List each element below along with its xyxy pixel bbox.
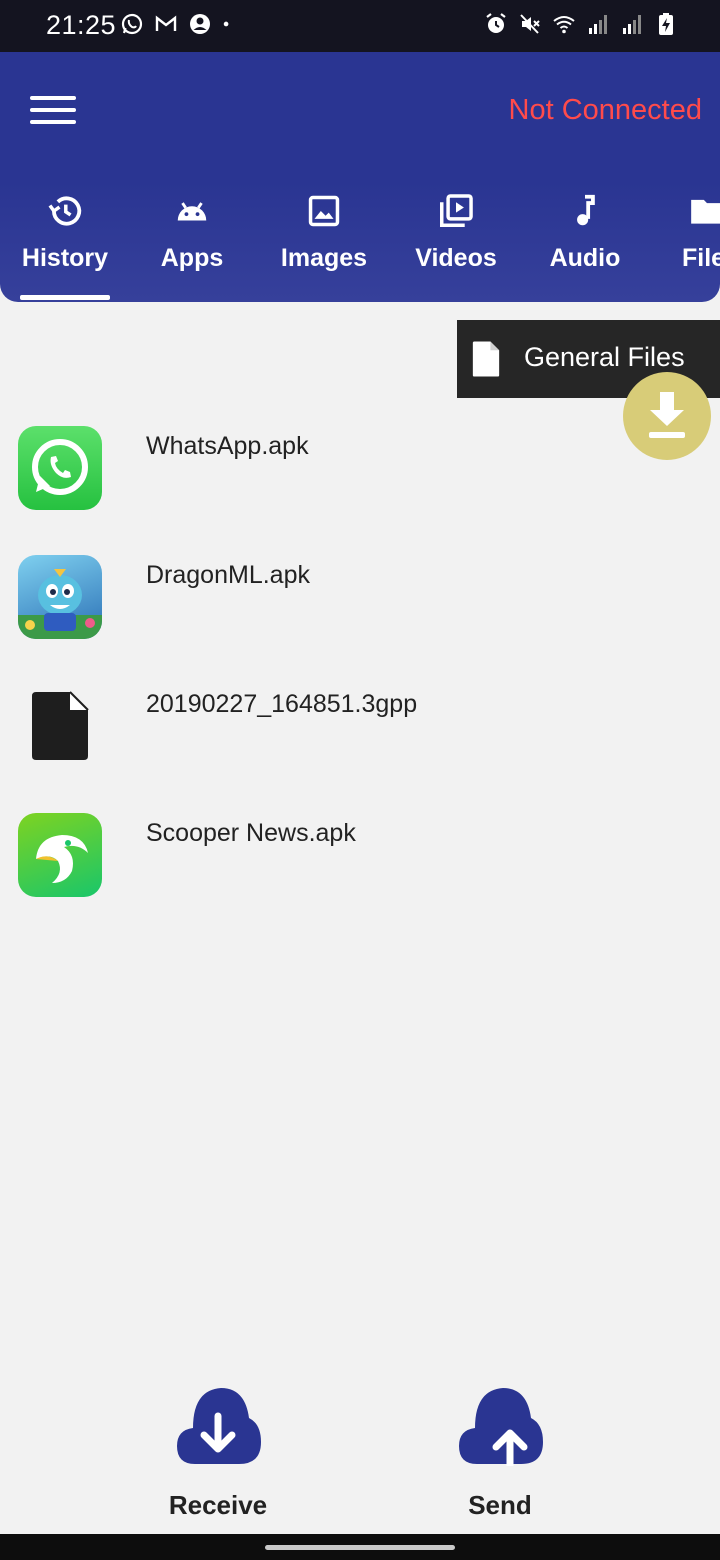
whatsapp-logo-icon [32,439,88,495]
receive-label: Receive [168,1490,268,1520]
dragon-character-icon [18,569,102,639]
alarm-icon [486,13,506,33]
whatsapp-app-icon [18,426,102,510]
system-nav-bar [0,1534,720,1560]
menu-bar [30,108,76,112]
battery-charging-icon [659,13,673,35]
history-icon [48,196,82,226]
tab-history[interactable]: History [20,192,110,302]
list-item[interactable]: 20190227_164851.3gpp [0,660,720,789]
tab-label: Videos [415,244,497,272]
tab-label: Apps [160,244,224,272]
video-library-icon [440,194,473,227]
file-name: DragonML.apk [146,561,310,589]
file-name: Scooper News.apk [146,819,356,847]
tab-label: Audio [549,244,621,272]
tab-selected-indicator [20,295,110,300]
home-gesture-handle[interactable] [265,1545,455,1550]
status-icons-left [120,12,236,36]
folder-icon [691,199,720,224]
list-item[interactable]: DragonML.apk [0,531,720,660]
document-icon [32,691,89,760]
whatsapp-icon [121,13,143,35]
send-button[interactable]: Send [430,1384,570,1524]
tab-label: File [682,244,720,272]
mute-icon [520,14,540,34]
android-icon [177,202,207,221]
send-label: Send [468,1490,532,1520]
image-icon [308,195,340,227]
scooper-bird-icon [36,835,88,883]
tab-label: History [21,244,109,272]
general-files-label: General Files [524,342,685,372]
menu-bar [30,96,76,100]
cloud-download-icon [177,1388,261,1464]
tab-apps[interactable]: Apps [150,192,234,302]
file-name: 20190227_164851.3gpp [146,690,418,718]
dragon-game-icon [18,555,102,639]
file-name: WhatsApp.apk [146,432,309,460]
cloud-upload-icon [459,1388,543,1466]
wifi-icon [553,16,575,34]
status-time: 21:25 [46,10,117,40]
tab-label: Images [280,244,368,272]
scooper-news-icon [18,813,102,897]
menu-button[interactable] [30,96,76,130]
tab-videos[interactable]: Videos [408,192,504,302]
app-header: Not Connected History Apps Images Videos… [0,52,720,302]
generic-file-icon [18,684,102,768]
status-icons-right [484,12,678,36]
file-icon [472,341,500,377]
connection-status: Not Connected [508,94,702,126]
music-note-icon [577,194,595,226]
tab-audio[interactable]: Audio [540,192,630,302]
category-tabs: History Apps Images Videos Audio File [0,192,720,302]
list-item[interactable]: Scooper News.apk [0,789,720,918]
tab-file[interactable]: File [678,192,720,302]
list-item[interactable]: WhatsApp.apk [0,402,720,531]
menu-bar [30,120,76,124]
signal-icon [589,15,607,34]
account-icon [190,14,210,34]
receive-button[interactable]: Receive [148,1384,288,1524]
gmail-icon [155,15,177,31]
signal-icon [623,15,641,34]
dot-icon [223,21,229,27]
status-bar: 21:25 [0,0,720,52]
tab-images[interactable]: Images [272,192,376,302]
